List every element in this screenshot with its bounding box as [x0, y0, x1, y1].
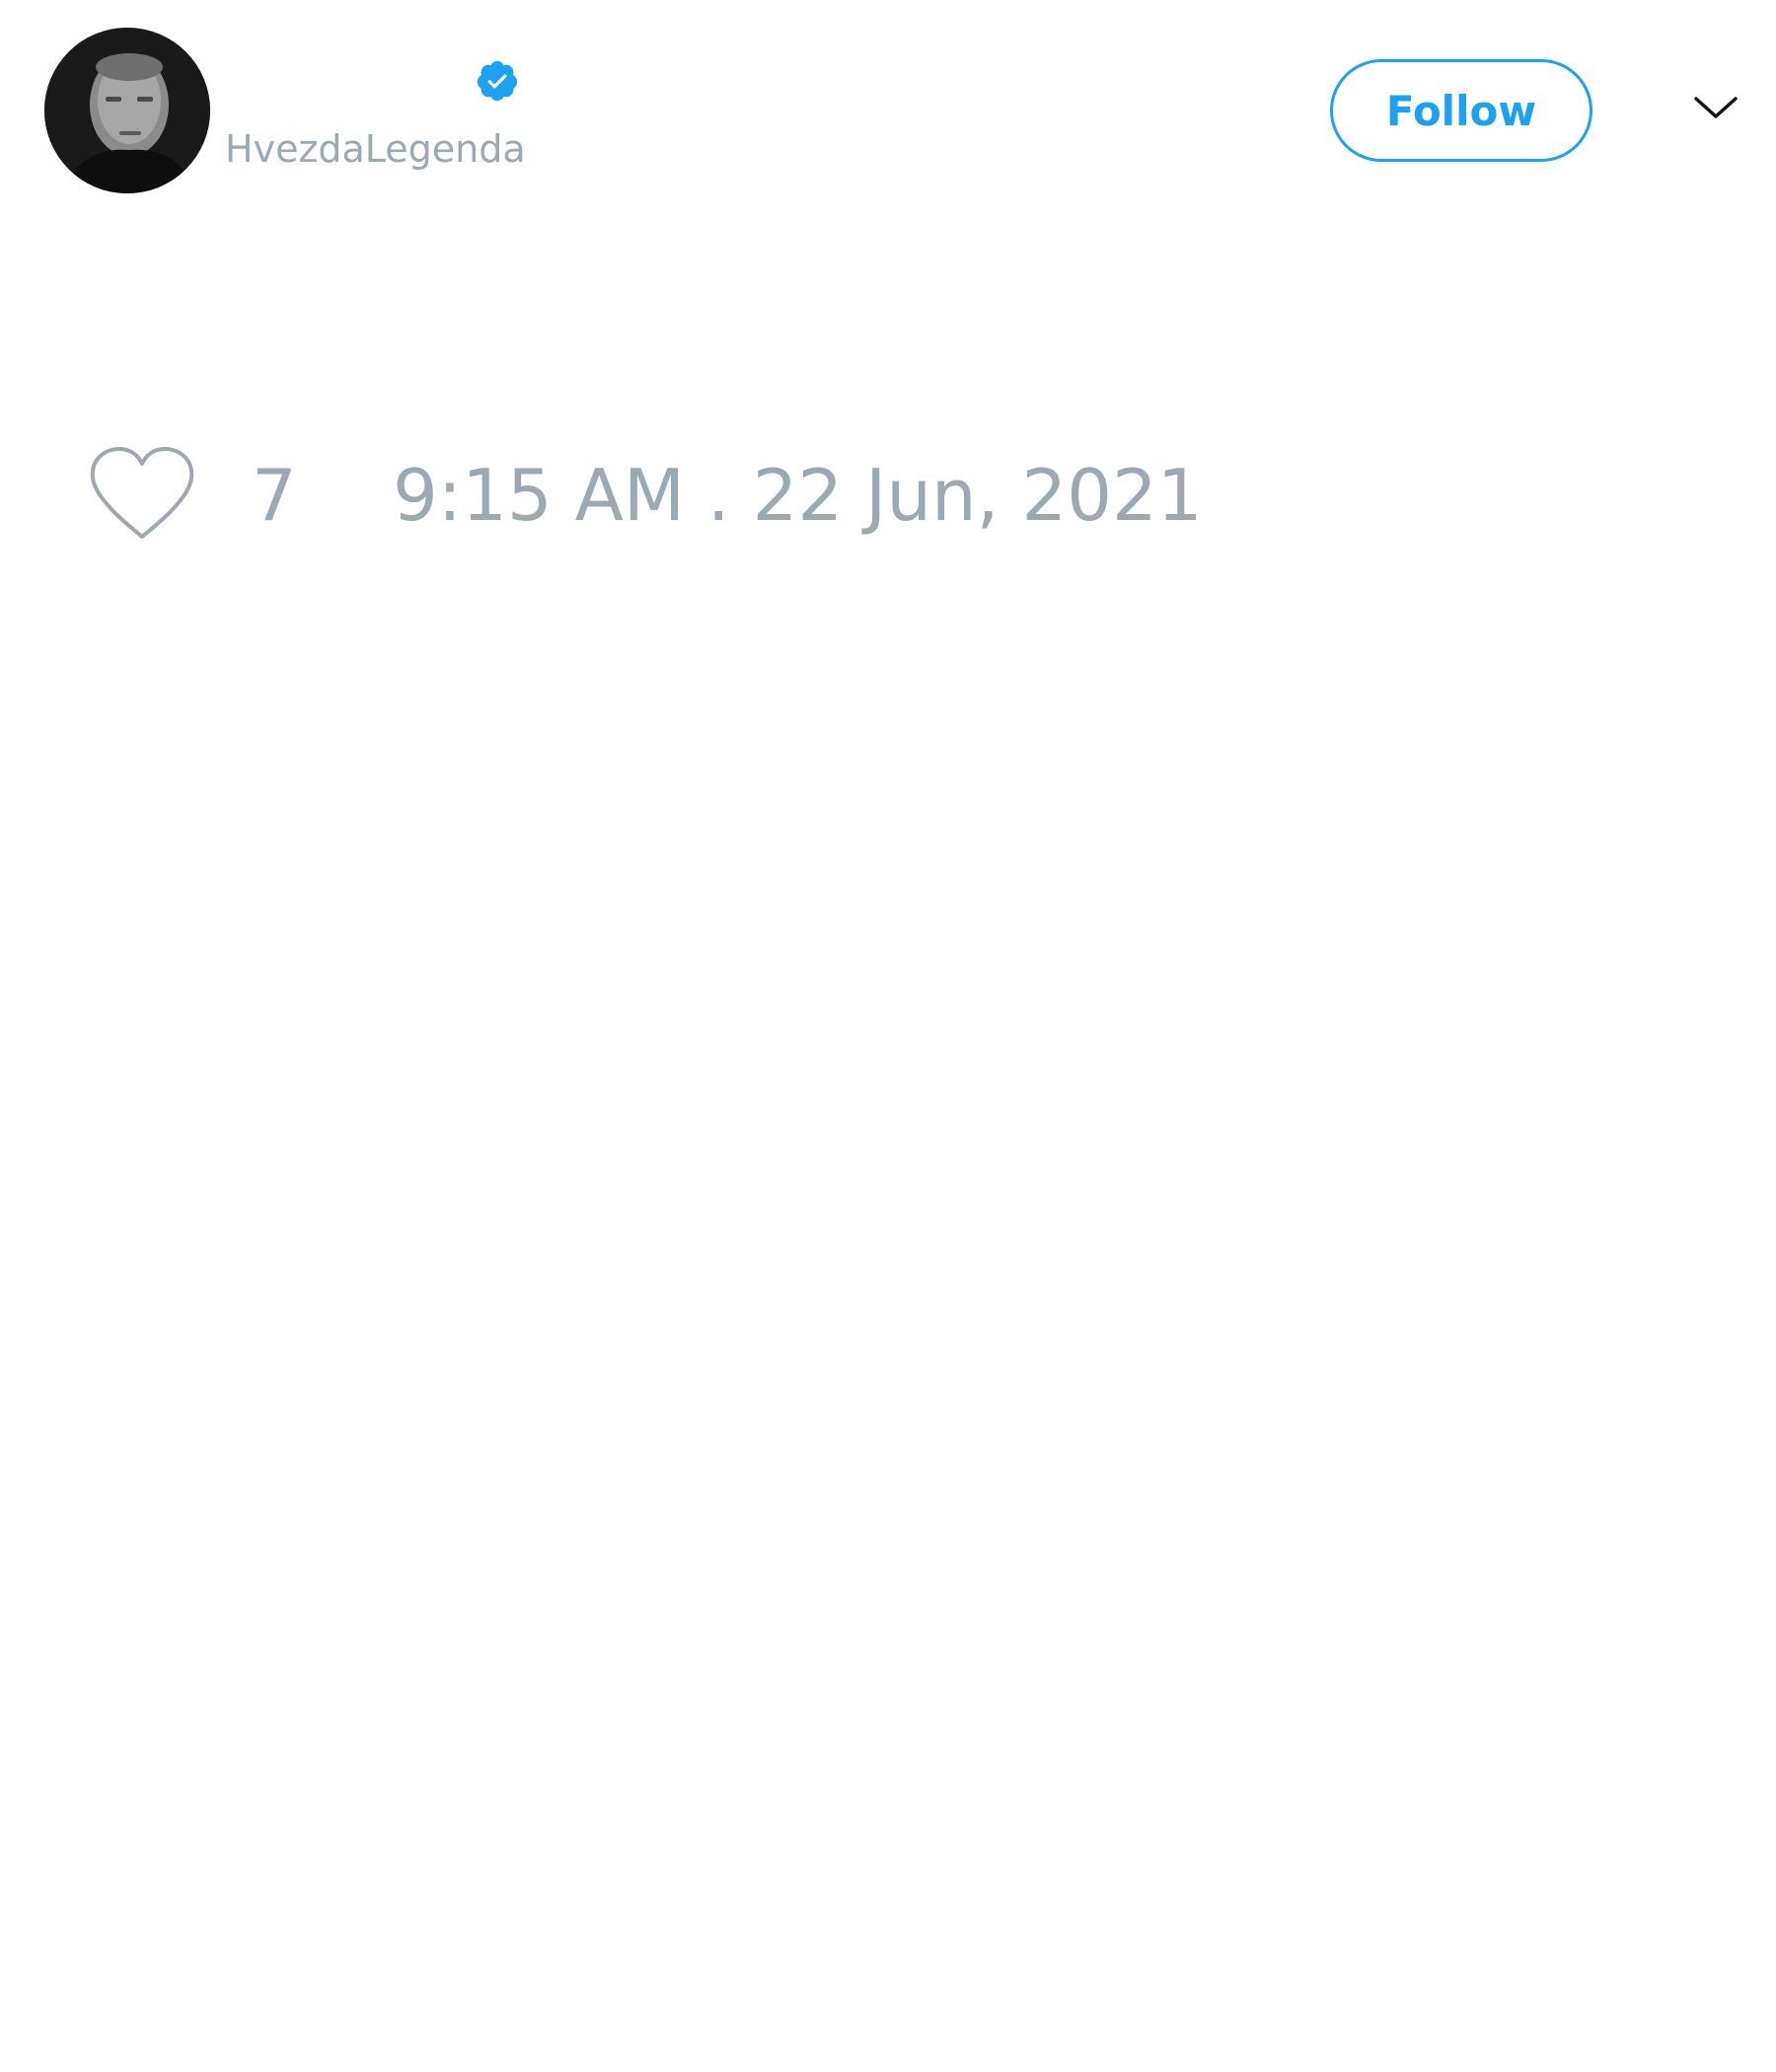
username[interactable]: HvezdaLegenda [225, 126, 526, 172]
avatar[interactable] [44, 28, 210, 193]
follow-button[interactable]: Follow [1330, 59, 1592, 162]
like-count: 7 [252, 454, 297, 537]
tweet-timestamp[interactable]: 9:15 AM . 22 Jun, 2021 [393, 456, 1203, 535]
avatar-photo [44, 28, 210, 193]
verified-badge-icon [477, 60, 518, 102]
chevron-down-icon[interactable] [1692, 91, 1739, 122]
heart-icon[interactable] [89, 446, 195, 541]
